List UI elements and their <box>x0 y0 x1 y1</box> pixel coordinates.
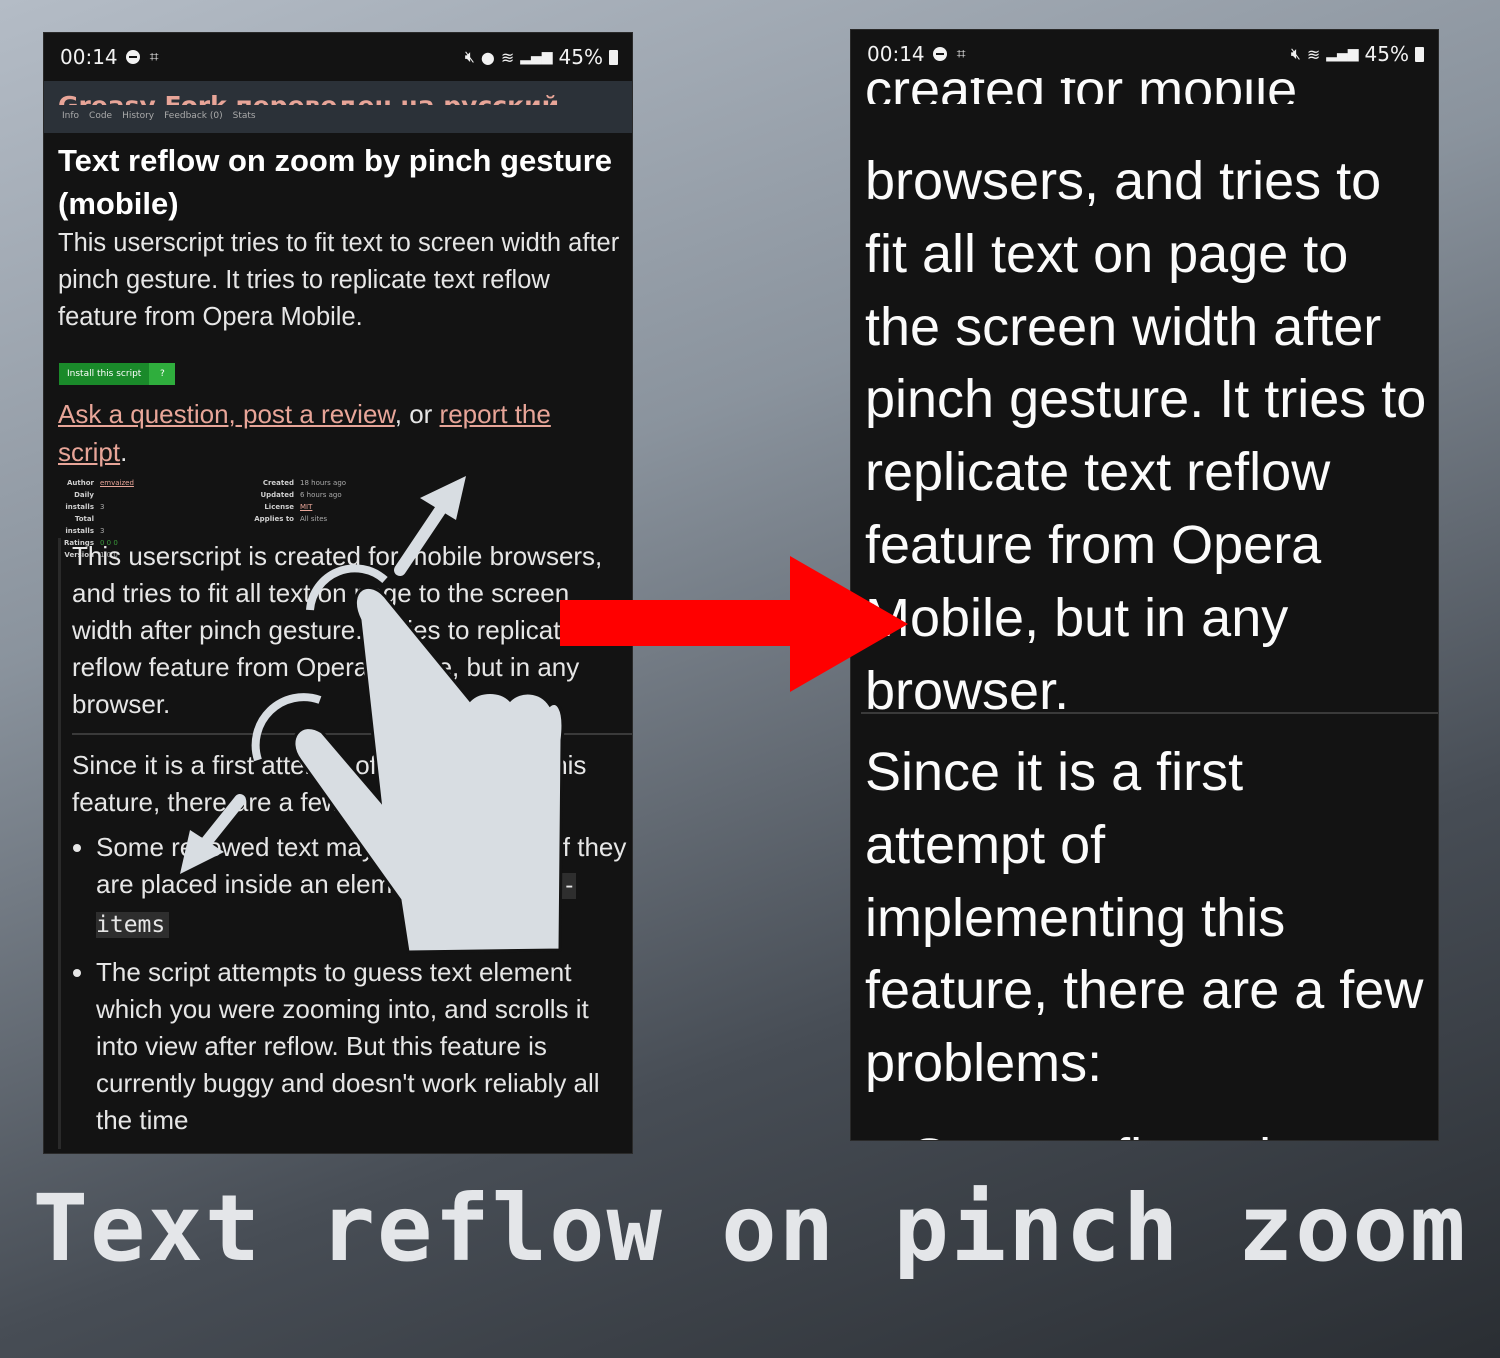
battery-percent: 45% <box>1364 42 1409 66</box>
wifi-icon: ≋ <box>1306 44 1321 64</box>
mute-icon: 🔇︎ <box>464 47 475 66</box>
status-time: 00:14 <box>60 45 118 69</box>
mute-icon: 🔇︎ <box>1290 44 1301 63</box>
signal-icon: ▂▄▆ <box>1326 46 1359 62</box>
wifi-icon: ≋ <box>500 47 515 67</box>
battery-icon <box>1415 46 1424 62</box>
overlay-graphics <box>180 476 908 954</box>
signal-icon: ▂▄▆ <box>520 49 553 65</box>
battery-percent: 45% <box>558 45 603 69</box>
status-bar: 00:14 ⌗ 🔇︎ ● ≋ ▂▄▆ 45% <box>44 33 632 81</box>
screenshot-icon: ⌗ <box>956 44 966 63</box>
status-bar: 00:14 ⌗ 🔇︎ ≋ ▂▄▆ 45% <box>851 30 1438 78</box>
battery-icon <box>609 49 618 65</box>
status-time: 00:14 <box>867 42 925 66</box>
pinch-hand-icon <box>251 564 565 954</box>
caption-title: Text reflow on pinch zoom <box>32 1175 1468 1282</box>
do-not-disturb-icon <box>125 50 140 64</box>
location-icon: ● <box>480 47 495 67</box>
do-not-disturb-icon <box>932 47 947 61</box>
screenshot-icon: ⌗ <box>149 47 159 66</box>
red-arrow-icon <box>560 556 908 692</box>
